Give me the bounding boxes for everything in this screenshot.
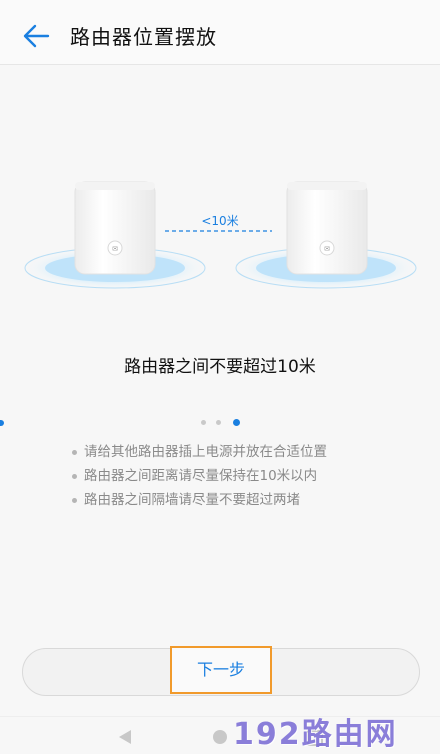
tips-list: 请给其他路由器插上电源并放在合适位置 路由器之间距离请尽量保持在10米以内 路由… (70, 440, 430, 512)
back-button[interactable] (20, 20, 52, 52)
arrow-left-icon (23, 24, 50, 48)
router-right: ✉ (231, 181, 421, 290)
tip-item: 路由器之间隔墙请尽量不要超过两堵 (70, 488, 430, 512)
svg-text:✉: ✉ (112, 245, 118, 253)
page-dot-3-active (233, 419, 240, 426)
step-caption: 路由器之间不要超过10米 (124, 357, 316, 377)
page-dot-1 (201, 420, 206, 425)
page-title: 路由器位置摆放 (70, 25, 217, 49)
nav-back-icon[interactable] (118, 729, 132, 745)
svg-text:✉: ✉ (324, 245, 330, 253)
distance-label: <10米 (201, 214, 239, 228)
edge-indicator (0, 420, 4, 426)
page-dot-2 (216, 420, 221, 425)
app-header: 路由器位置摆放 (0, 0, 440, 65)
tip-item: 路由器之间距离请尽量保持在10米以内 (70, 464, 430, 488)
next-button[interactable]: 下一步 (170, 646, 272, 694)
tip-item: 请给其他路由器插上电源并放在合适位置 (70, 440, 430, 464)
watermark-text: 192路由网 (233, 717, 398, 752)
router-placement-illustration: ✉ ✉ (0, 170, 440, 300)
router-left: ✉ (20, 181, 210, 290)
nav-home-icon[interactable] (213, 730, 227, 744)
